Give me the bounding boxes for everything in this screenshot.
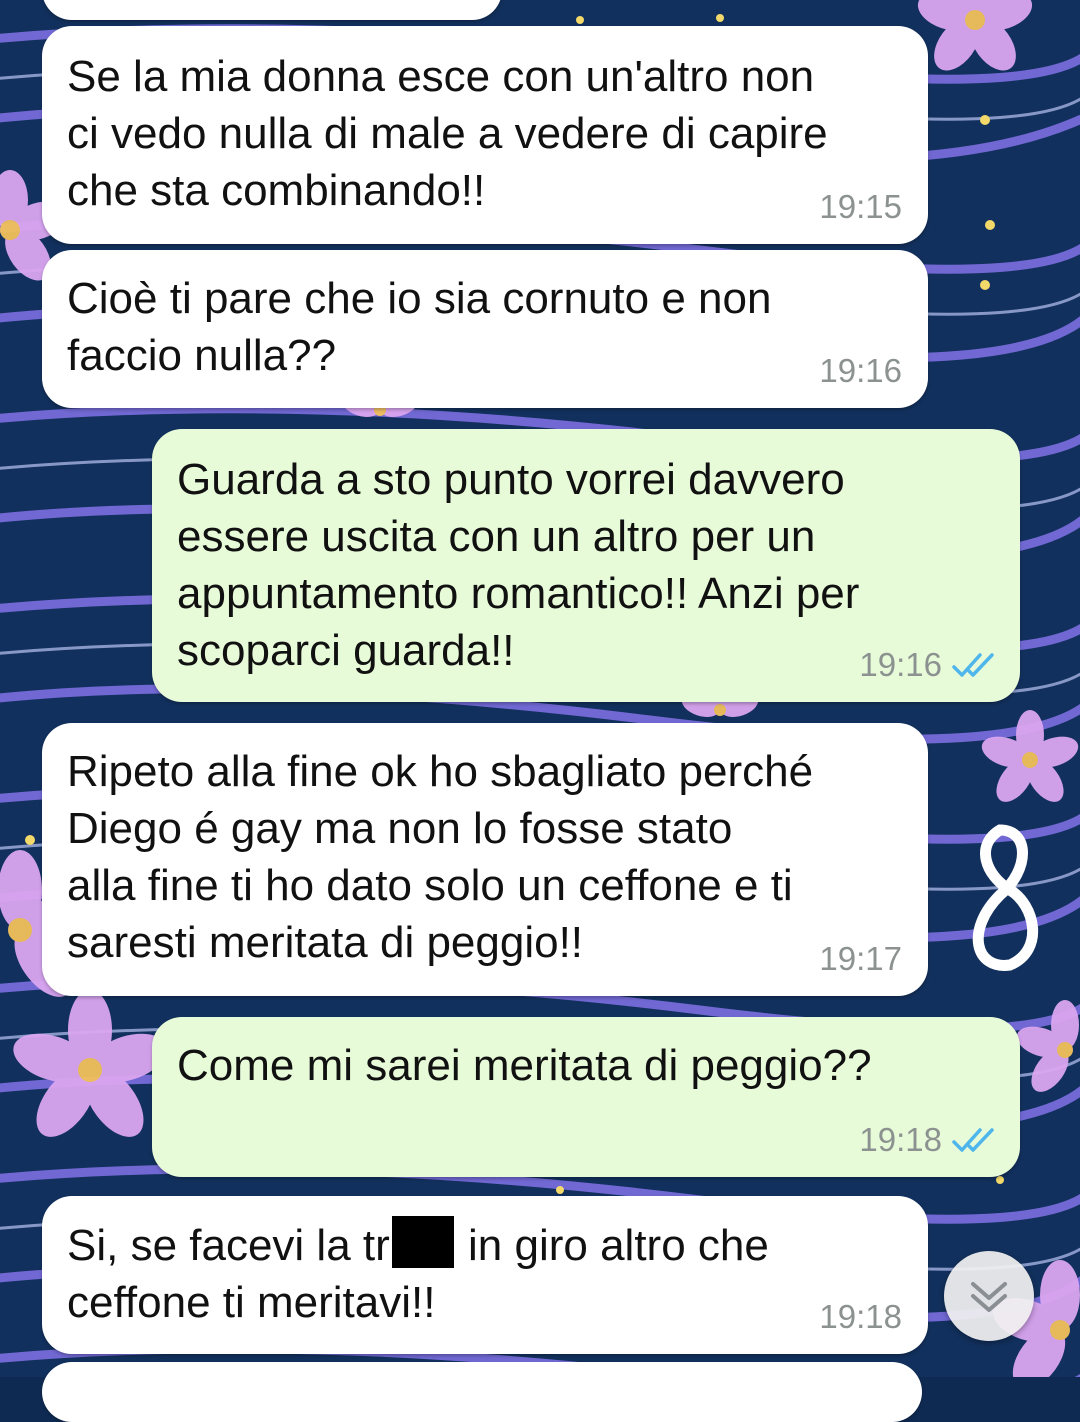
redaction-box <box>391 1216 454 1268</box>
double-check-icon <box>952 1128 994 1152</box>
double-chevron-down-icon <box>971 1282 1007 1312</box>
message-text: Come mi sarei meritata di peggio?? <box>177 1041 872 1090</box>
message-time: 19:18 <box>859 1121 942 1158</box>
message-bubble-outgoing[interactable]: Come mi sarei meritata di peggio?? 19:18 <box>152 1017 1020 1177</box>
message-bubble-incoming[interactable]: Ripeto alla fine ok ho sbagliato perché … <box>42 723 928 996</box>
message-text: Ripeto alla fine ok ho sbagliato perché … <box>67 747 814 967</box>
message-meta: 19:15 <box>819 188 902 226</box>
message-time: 19:17 <box>819 940 902 977</box>
message-meta: 19:17 <box>819 940 902 978</box>
message-bubble-outgoing[interactable]: Guarda a sto punto vorrei davvero essere… <box>152 429 1020 702</box>
message-bubble-partial <box>42 1362 922 1422</box>
message-text: Guarda a sto punto vorrei davvero essere… <box>177 455 860 675</box>
message-time: 19:15 <box>819 188 902 225</box>
message-time: 19:16 <box>819 352 902 389</box>
message-text: Si, se facevi la tr in giro altro che ce… <box>67 1216 898 1331</box>
message-meta: 19:18 <box>859 1121 996 1159</box>
message-text: Se la mia donna esce con un'altro non ci… <box>67 52 828 215</box>
message-meta: 19:16 <box>819 352 902 390</box>
message-time: 19:16 <box>859 646 942 683</box>
message-meta: 19:18 <box>819 1298 902 1336</box>
message-bubble-partial <box>42 0 502 20</box>
double-check-icon <box>952 653 994 677</box>
message-text-before: Si, se facevi la tr <box>67 1221 390 1270</box>
message-text: Cioè ti pare che io sia cornuto e non fa… <box>67 274 772 380</box>
message-bubble-incoming[interactable]: Se la mia donna esce con un'altro non ci… <box>42 26 928 244</box>
message-bubble-incoming[interactable]: Si, se facevi la tr in giro altro che ce… <box>42 1196 928 1354</box>
message-meta: 19:16 <box>859 646 996 684</box>
message-time: 19:18 <box>819 1298 902 1335</box>
scroll-to-bottom-button[interactable] <box>944 1251 1034 1341</box>
message-bubble-incoming[interactable]: Cioè ti pare che io sia cornuto e non fa… <box>42 250 928 408</box>
